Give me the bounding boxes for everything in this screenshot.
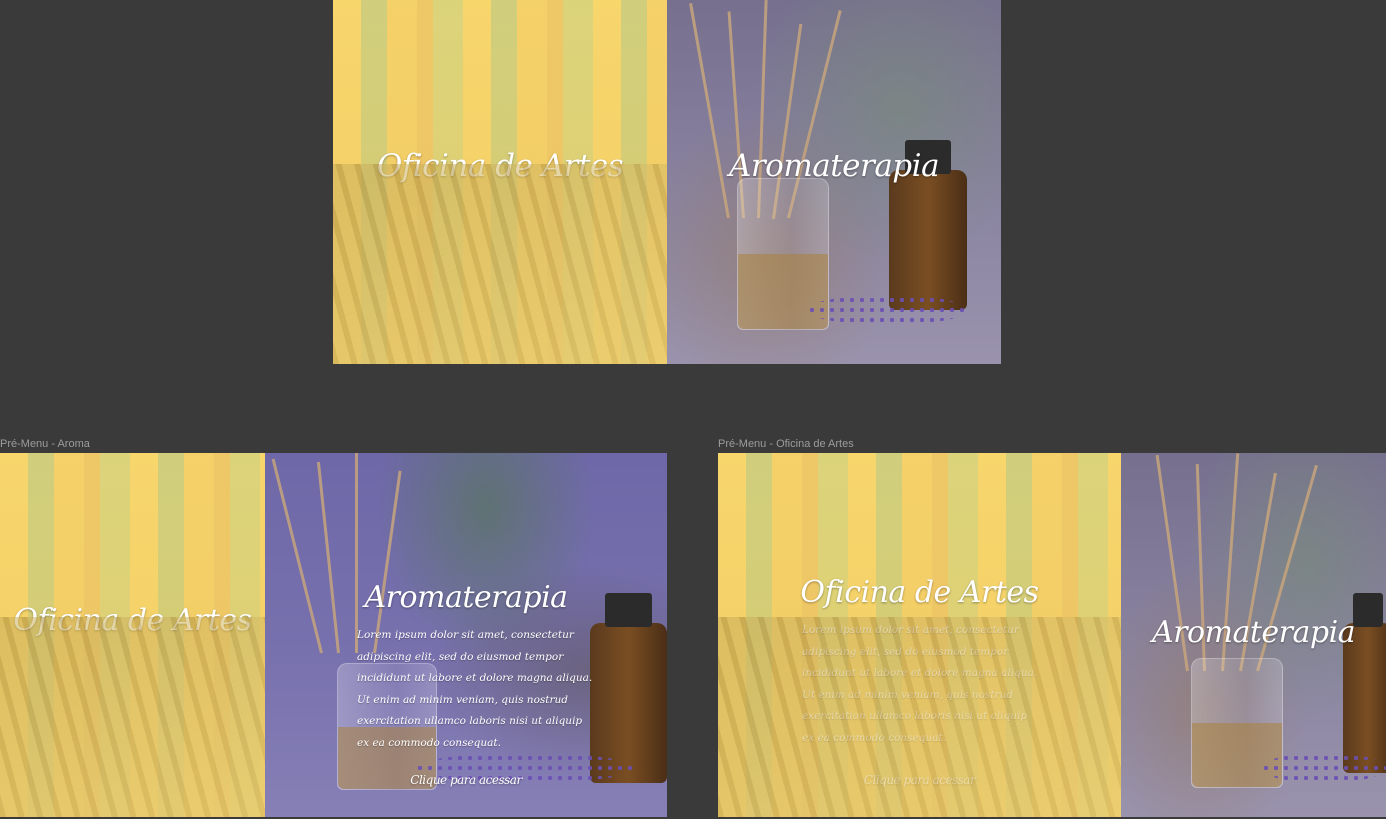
panel-title: Aromaterapia — [1151, 615, 1356, 650]
panel-oficina-de-artes[interactable]: Oficina de Artes — [333, 0, 667, 364]
panel-aromaterapia-expanded[interactable]: Aromaterapia Lorem ipsum dolor sit amet,… — [265, 453, 667, 817]
panel-description: Lorem ipsum dolor sit amet, consectetur … — [802, 624, 1038, 744]
frame-label: Pré-Menu - Aroma — [0, 438, 90, 450]
frame-pre-menu-oficina-de-artes: Oficina de Artes Lorem ipsum dolor sit a… — [718, 453, 1386, 817]
frame-label: Pré-Menu - Oficina de Artes — [718, 438, 854, 450]
panel-title: Aromaterapia — [364, 580, 568, 615]
lavender-image — [807, 295, 967, 325]
panel-title: Oficina de Artes — [800, 575, 1039, 610]
panel-aromaterapia[interactable]: Aromaterapia — [1121, 453, 1386, 817]
panel-aromaterapia[interactable]: Aromaterapia — [667, 0, 1001, 364]
lavender-image — [1261, 753, 1386, 783]
amber-bottle-image — [889, 140, 967, 310]
panel-oficina-de-artes-expanded[interactable]: Oficina de Artes Lorem ipsum dolor sit a… — [718, 453, 1121, 817]
panel-title: Aromaterapia — [728, 148, 940, 184]
frame-pre-menu-aroma: Oficina de Artes Aromaterapia Lorem ipsu… — [0, 453, 667, 817]
frame-home: Oficina de Artes Aromaterapia — [333, 0, 1001, 364]
panel-description: Lorem ipsum dolor sit amet, consectetur … — [357, 629, 593, 749]
access-link[interactable]: Clique para acessar — [718, 773, 1121, 787]
access-link[interactable]: Clique para acessar — [265, 773, 667, 787]
panel-oficina-de-artes[interactable]: Oficina de Artes — [0, 453, 265, 817]
panel-title: Oficina de Artes — [13, 603, 252, 638]
reed-diffuser-image — [271, 453, 405, 654]
panel-title: Oficina de Artes — [376, 148, 624, 184]
